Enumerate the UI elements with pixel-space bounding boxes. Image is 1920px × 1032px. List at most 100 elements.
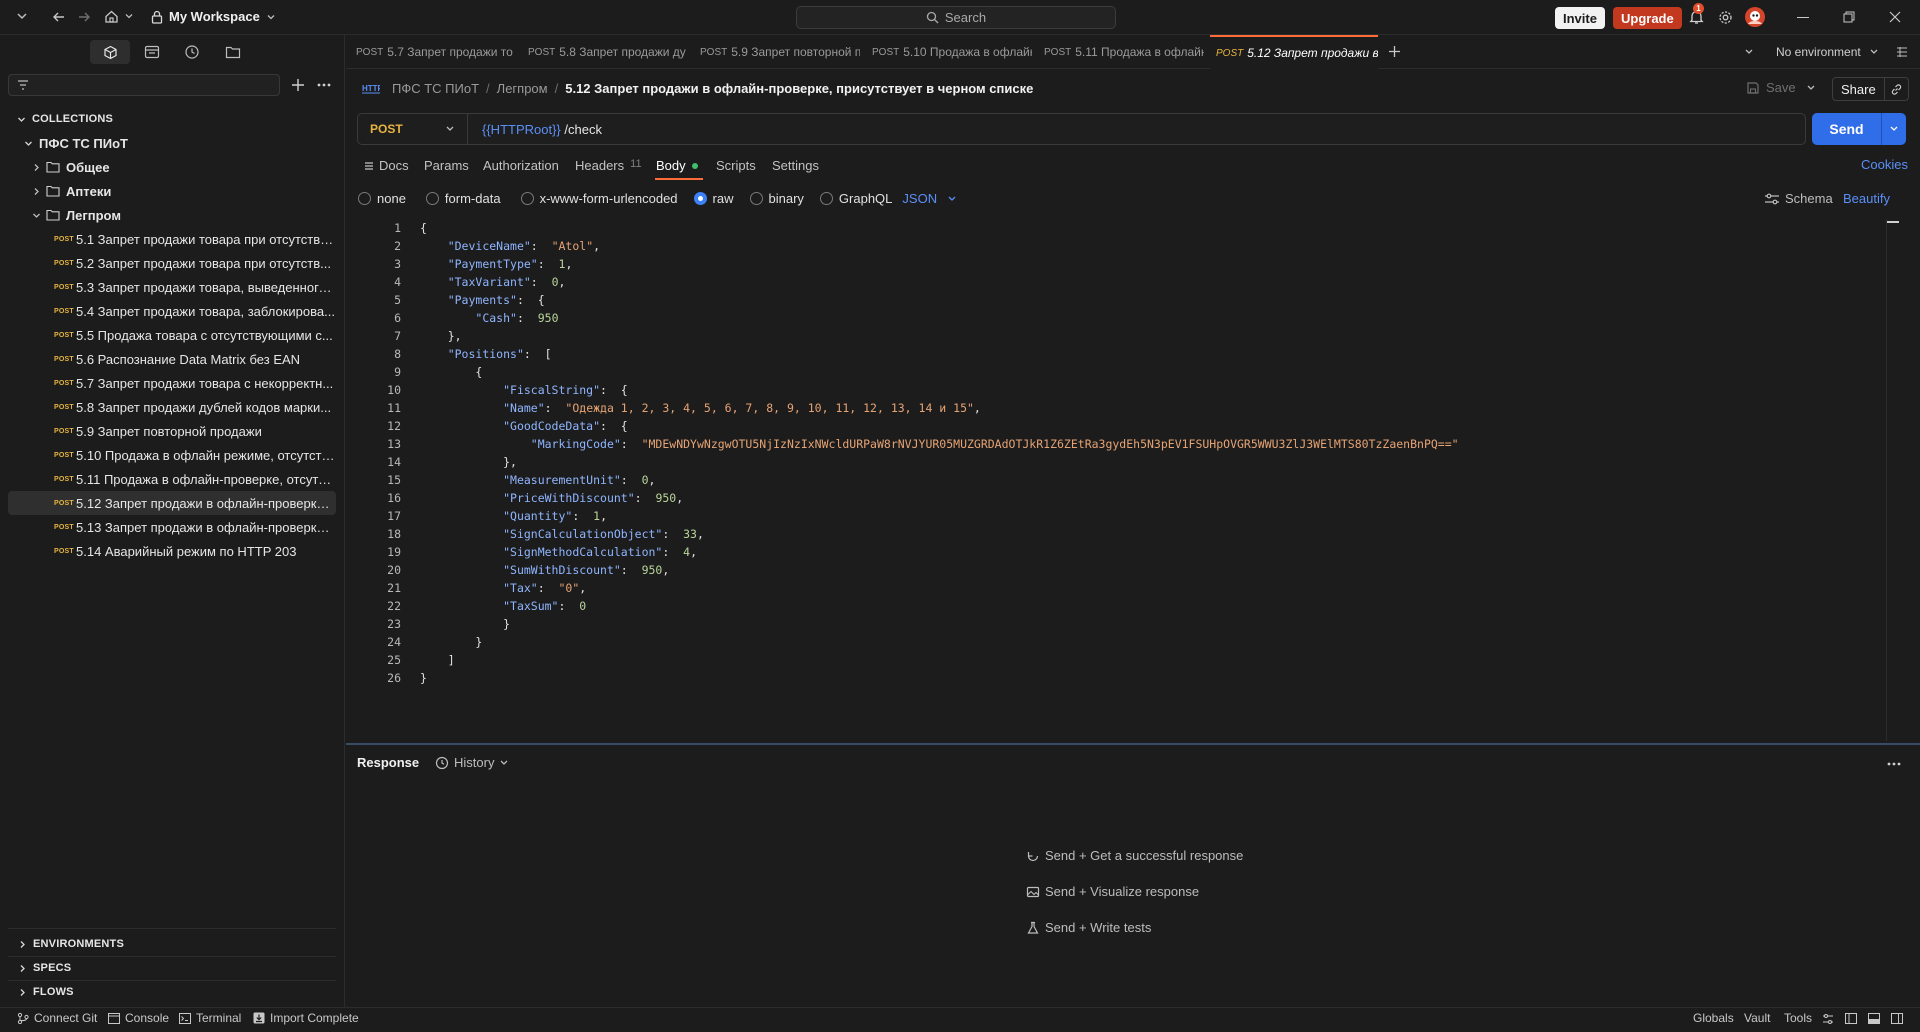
- request-item[interactable]: POST 5.3 Запрет продажи товара, выведенн…: [0, 275, 345, 299]
- request-tab[interactable]: POST 5.7 Запрет продажи то: [356, 35, 516, 69]
- collections-mode-button[interactable]: [90, 40, 130, 64]
- hint-send-visualize[interactable]: Send + Visualize response: [1026, 884, 1199, 899]
- tabs-overflow-icon[interactable]: [1744, 48, 1754, 56]
- add-collection-icon[interactable]: [291, 78, 305, 92]
- breadcrumb-collection[interactable]: ПФС ТС ПИоТ: [392, 81, 479, 96]
- request-tab[interactable]: POST 5.9 Запрет повторной п: [700, 35, 860, 69]
- history-icon[interactable]: [184, 44, 200, 60]
- tab-scripts[interactable]: Scripts: [716, 158, 756, 173]
- avatar[interactable]: [1745, 7, 1765, 27]
- request-item-selected[interactable]: POST 5.12 Запрет продажи в офлайн-провер…: [8, 491, 336, 515]
- request-item[interactable]: POST 5.9 Запрет повторной продажи: [0, 419, 345, 443]
- tab-settings[interactable]: Settings: [772, 158, 819, 173]
- format-select[interactable]: JSON: [902, 191, 957, 206]
- workspace-switcher[interactable]: My Workspace: [151, 9, 276, 24]
- history-dropdown[interactable]: History: [435, 755, 509, 770]
- request-item[interactable]: POST 5.10 Продажа в офлайн режиме, отсут…: [0, 443, 345, 467]
- folder-item[interactable]: Общее: [0, 155, 345, 179]
- request-tab[interactable]: POST 5.11 Продажа в офлайн: [1044, 35, 1204, 69]
- tab-docs[interactable]: Docs: [364, 158, 409, 173]
- breadcrumb-folder[interactable]: Легпром: [497, 81, 548, 96]
- tools-button[interactable]: Tools: [1784, 1011, 1812, 1025]
- request-item[interactable]: POST 5.13 Запрет продажи в офлайн-провер…: [0, 515, 345, 539]
- tab-body[interactable]: Body: [656, 158, 698, 173]
- request-item[interactable]: POST 5.8 Запрет продажи дублей кодов мар…: [0, 395, 345, 419]
- tab-headers[interactable]: Headers 11: [575, 158, 642, 173]
- request-item[interactable]: POST 5.6 Распознание Data Matrix без EAN: [0, 347, 345, 371]
- radio-raw[interactable]: raw: [693, 191, 734, 206]
- bottom-pane-icon[interactable]: [1868, 1013, 1880, 1024]
- radio-binary[interactable]: binary: [749, 191, 804, 206]
- pane-resizer[interactable]: [346, 743, 1920, 745]
- radio-none[interactable]: none: [358, 191, 406, 206]
- upgrade-button[interactable]: Upgrade: [1613, 7, 1682, 29]
- request-item[interactable]: POST 5.7 Запрет продажи товара с некорре…: [0, 371, 345, 395]
- vault-button[interactable]: Vault: [1744, 1011, 1770, 1025]
- more-options-icon[interactable]: [317, 83, 331, 87]
- two-pane-icon[interactable]: [1845, 1013, 1857, 1024]
- hint-send-write-tests[interactable]: Send + Write tests: [1026, 920, 1151, 935]
- tab-params[interactable]: Params: [424, 158, 469, 173]
- specs-section[interactable]: SPECS: [0, 956, 345, 980]
- hint-send-get-response[interactable]: Send + Get a successful response: [1026, 848, 1243, 863]
- global-search[interactable]: Search: [796, 6, 1116, 29]
- minimize-icon[interactable]: [1797, 17, 1809, 18]
- tab-authorization[interactable]: Authorization: [483, 158, 559, 173]
- schema-button[interactable]: Schema: [1764, 191, 1833, 206]
- cookies-link[interactable]: Cookies: [1861, 157, 1908, 172]
- request-item[interactable]: POST 5.1 Запрет продажи товара при отсут…: [0, 227, 345, 251]
- collections-header[interactable]: COLLECTIONS: [0, 107, 345, 131]
- restore-icon[interactable]: [1843, 11, 1855, 23]
- right-pane-icon[interactable]: [1891, 1013, 1903, 1024]
- settings-sliders-icon[interactable]: [1822, 1013, 1834, 1025]
- terminal-button[interactable]: Terminal: [179, 1011, 241, 1025]
- radio-graphql[interactable]: GraphQL: [819, 191, 892, 206]
- home-icon[interactable]: [104, 9, 119, 24]
- invite-button[interactable]: Invite: [1555, 7, 1605, 29]
- share-button[interactable]: Share: [1833, 78, 1885, 100]
- url-input[interactable]: {{HTTPRoot}} /check: [482, 114, 602, 144]
- request-tab[interactable]: POST 5.10 Продажа в офлайн: [872, 35, 1032, 69]
- request-item[interactable]: POST 5.2 Запрет продажи товара при отсут…: [0, 251, 345, 275]
- globals-button[interactable]: Globals: [1693, 1011, 1734, 1025]
- folder-item[interactable]: Легпром: [0, 203, 345, 227]
- request-item[interactable]: POST 5.5 Продажа товара с отсутствующими…: [0, 323, 345, 347]
- environment-selector[interactable]: No environment: [1776, 35, 1879, 69]
- beautify-button[interactable]: Beautify: [1843, 191, 1890, 206]
- close-icon[interactable]: [1889, 11, 1901, 23]
- folder-icon[interactable]: [225, 45, 241, 59]
- menu-chevron-icon[interactable]: [16, 10, 28, 22]
- save-dropdown-icon[interactable]: [1806, 84, 1816, 92]
- console-button[interactable]: Console: [108, 1011, 169, 1025]
- radio-urlencoded[interactable]: x-www-form-urlencoded: [520, 191, 678, 206]
- folder-item[interactable]: Аптеки: [0, 179, 345, 203]
- environments-section[interactable]: ENVIRONMENTS: [0, 932, 345, 956]
- body-editor[interactable]: 1 {2 "DeviceName": "Atol", 3 "PaymentType"…: [363, 219, 1903, 741]
- forward-arrow-icon[interactable]: [77, 10, 91, 24]
- flows-section[interactable]: FLOWS: [0, 980, 345, 1004]
- response-more-icon[interactable]: [1887, 762, 1901, 766]
- editor-scrollbar-marker[interactable]: [1887, 221, 1899, 223]
- home-dropdown-icon[interactable]: [124, 11, 134, 21]
- collection-item[interactable]: ПФС ТС ПИоТ: [0, 131, 345, 155]
- request-tab-active[interactable]: POST 5.12 Запрет продажи в: [1210, 35, 1378, 69]
- request-tab[interactable]: POST 5.8 Запрет продажи ду: [528, 35, 688, 69]
- environment-quicklook-icon[interactable]: [1896, 46, 1908, 58]
- new-tab-icon[interactable]: [1388, 45, 1401, 58]
- gear-icon[interactable]: [1718, 10, 1733, 25]
- environment-icon[interactable]: [144, 45, 160, 59]
- request-item[interactable]: POST 5.4 Запрет продажи товара, заблокир…: [0, 299, 345, 323]
- send-button[interactable]: Send: [1812, 113, 1882, 145]
- import-status[interactable]: Import Complete: [253, 1011, 359, 1025]
- link-icon[interactable]: [1885, 83, 1908, 96]
- method-select[interactable]: POST: [358, 114, 468, 144]
- page-title[interactable]: 5.12 Запрет продажи в офлайн-проверке, п…: [565, 81, 1033, 96]
- radio-form-data[interactable]: form-data: [425, 191, 501, 206]
- connect-git-button[interactable]: Connect Git: [17, 1011, 97, 1025]
- request-item[interactable]: POST 5.14 Аварийный режим по HTTP 203: [0, 539, 345, 563]
- request-item[interactable]: POST 5.11 Продажа в офлайн-проверке, отс…: [0, 467, 345, 491]
- save-button[interactable]: Save: [1746, 80, 1796, 95]
- send-dropdown-icon[interactable]: [1882, 113, 1906, 145]
- back-arrow-icon[interactable]: [52, 10, 66, 24]
- filter-input[interactable]: [8, 74, 280, 96]
